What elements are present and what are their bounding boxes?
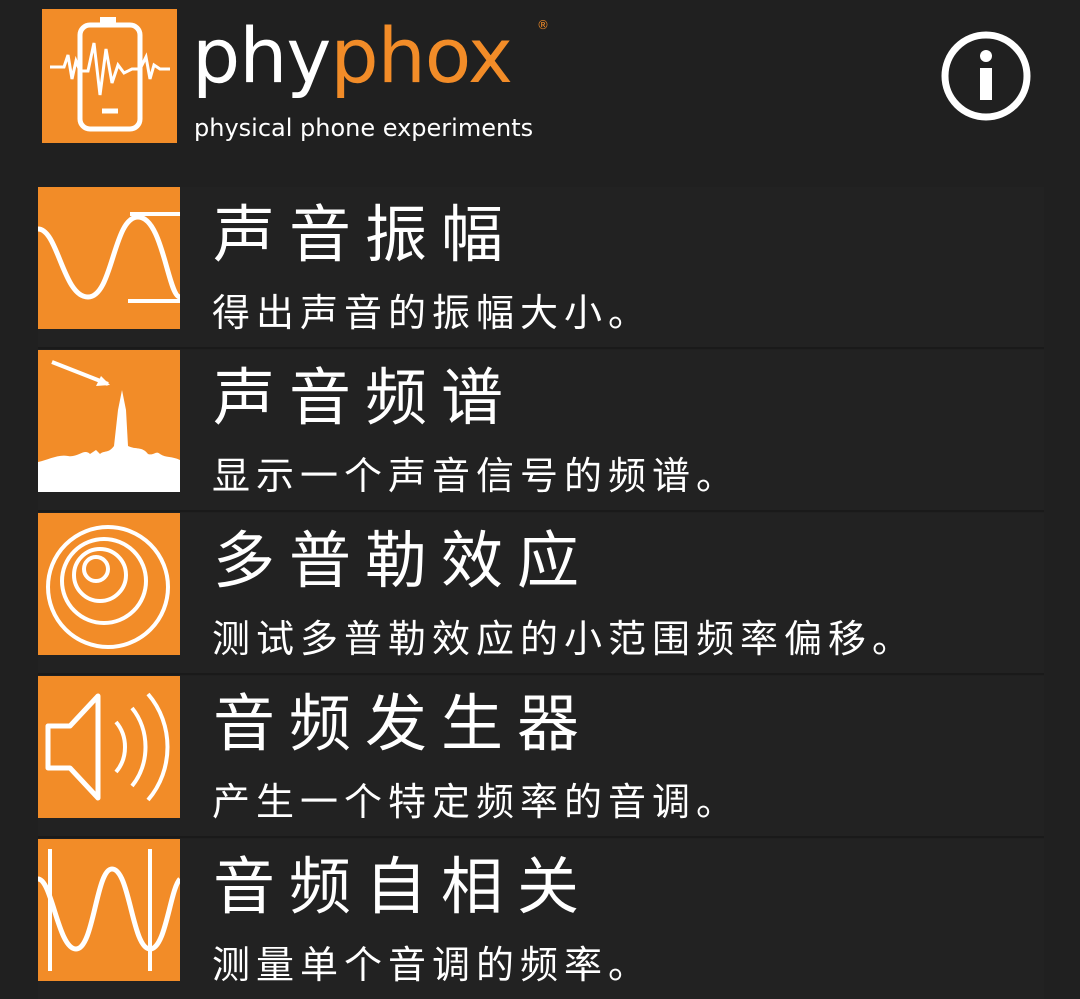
phyphox-logo-icon <box>42 9 177 143</box>
experiment-description: 测量单个音调的频率。 <box>212 943 653 987</box>
experiment-item[interactable]: 声音频谱 显示一个声音信号的频谱。 <box>38 350 1044 512</box>
concentric-circles-icon <box>38 513 180 655</box>
experiment-title: 音频发生器 <box>213 687 594 760</box>
experiment-title: 声音振幅 <box>213 198 518 271</box>
divider <box>38 510 1044 512</box>
app-tagline: physical phone experiments <box>194 114 534 142</box>
divider <box>38 347 1044 349</box>
sine-amplitude-icon <box>38 187 180 329</box>
wordmark-phy: phy <box>192 11 331 100</box>
speaker-icon <box>38 676 180 818</box>
info-button[interactable] <box>940 30 1032 122</box>
registered-mark: ® <box>537 18 549 32</box>
app-header: phyphox ® physical phone experiments <box>0 0 1080 160</box>
wordmark-phox: phox <box>330 11 513 100</box>
experiment-description: 测试多普勒效应的小范围频率偏移。 <box>212 617 917 661</box>
experiment-item[interactable]: 多普勒效应 测试多普勒效应的小范围频率偏移。 <box>38 513 1044 675</box>
divider <box>38 673 1044 675</box>
experiment-item[interactable]: 音频发生器 产生一个特定频率的音调。 <box>38 676 1044 838</box>
experiment-description: 得出声音的振幅大小。 <box>212 291 653 335</box>
experiment-title: 音频自相关 <box>213 850 594 923</box>
divider <box>38 836 1044 838</box>
info-icon <box>941 31 1031 121</box>
experiment-title: 多普勒效应 <box>213 524 594 597</box>
app-wordmark: phyphox <box>192 11 513 100</box>
sine-period-icon <box>38 839 180 981</box>
experiment-description: 显示一个声音信号的频谱。 <box>212 454 741 498</box>
experiment-item[interactable]: 声音振幅 得出声音的振幅大小。 <box>38 187 1044 349</box>
experiment-title: 声音频谱 <box>213 361 518 434</box>
experiment-description: 产生一个特定频率的音调。 <box>212 780 741 824</box>
spectrum-icon <box>38 350 180 492</box>
experiment-item[interactable]: 音频自相关 测量单个音调的频率。 <box>38 839 1044 999</box>
